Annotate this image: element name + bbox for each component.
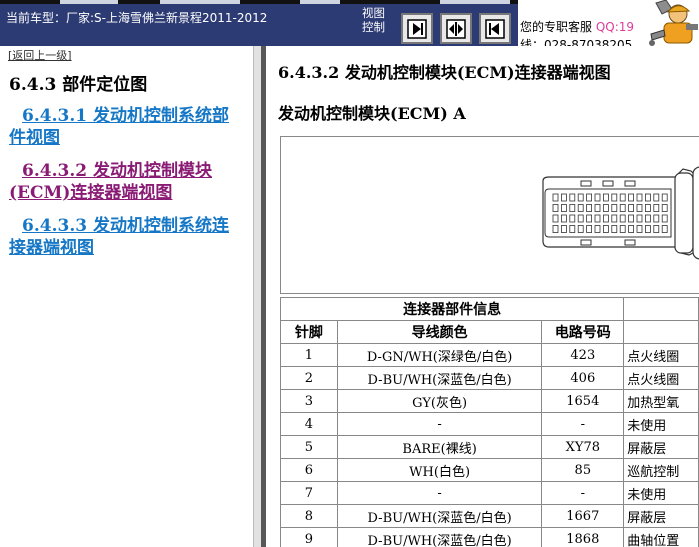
connector-pin-table: 连接器部件信息 针脚 导线颜色 电路号码 1 D-GN/WH(深绿色/白色) 423… [279, 297, 699, 547]
function-cell: 巡航控制 [623, 458, 699, 482]
left-pane-scrollbar[interactable] [253, 46, 261, 547]
nav-section-title: 6.4.3 部件定位图 [9, 75, 148, 95]
wire-color-cell: BARE(裸线) [336, 435, 543, 459]
wire-color-cell: - [336, 412, 543, 436]
function-cell: 屏蔽层 [623, 504, 699, 528]
col-header-function-blank [623, 320, 699, 344]
back-link[interactable]: [返回上一级] [8, 47, 72, 63]
table-row: 4- - 未使用 [280, 412, 699, 436]
table-column-header-row: 针脚 导线颜色 电路号码 [280, 320, 699, 344]
mechanic-mascot-icon [642, 0, 699, 46]
arrow-right-bar-icon [407, 18, 427, 39]
table-row: 6 WH(白色) 85 巡航控制 [280, 458, 699, 482]
pin-cell: 5 [280, 435, 338, 459]
table-row: 5 BARE(裸线) XY78 屏蔽层 [280, 435, 699, 459]
current-car-label: 当前车型：厂家:S-上海雪佛兰新景程2011-2012 [6, 11, 268, 25]
col-header-wire-color: 导线颜色 [336, 320, 543, 344]
content-pane: 6.4.3.2 发动机控制模块(ECM)连接器端视图 发动机控制模块(ECM) … [266, 46, 699, 547]
circuit-cell: - [541, 412, 625, 436]
circuit-cell: 406 [541, 366, 625, 390]
service-qq-link[interactable]: QQ:19 [596, 20, 634, 34]
function-cell: 屏蔽层 [623, 435, 699, 459]
col-header-pin: 针脚 [280, 320, 338, 344]
table-info-header-row: 连接器部件信息 [279, 297, 699, 321]
next-page-button[interactable] [401, 13, 433, 44]
function-cell: 加热型氧 [623, 389, 699, 413]
function-cell: 未使用 [623, 412, 699, 436]
pin-cell: 6 [280, 458, 338, 482]
service-label: 您的专职客服 [520, 20, 593, 34]
wire-color-cell: WH(白色) [336, 458, 543, 482]
function-cell: 点火线圈 [623, 343, 699, 367]
top-bar: 当前车型：厂家:S-上海雪佛兰新景程2011-2012 视图 控制 您的专职客服… [0, 0, 699, 46]
connector-subtitle: 发动机控制模块(ECM) A [278, 104, 466, 123]
arrow-left-bar-icon [485, 18, 505, 39]
info-header-blank [623, 297, 699, 321]
table-row: 9 D-BU/WH(深蓝色/白色) 1868 曲轴位置 [280, 527, 699, 547]
col-header-circuit: 电路号码 [541, 320, 625, 344]
circuit-cell: 423 [541, 343, 625, 367]
left-nav-pane: [返回上一级] 6.4.3 部件定位图 6.4.3.1 发动机控制系统部件视图 … [0, 46, 253, 547]
page-title: 6.4.3.2 发动机控制模块(ECM)连接器端视图 [278, 63, 611, 82]
circuit-cell: 1654 [541, 389, 625, 413]
arrows-split-icon [446, 18, 466, 39]
wire-color-cell: D-BU/WH(深蓝色/白色) [336, 504, 543, 528]
pin-cell: 1 [280, 343, 338, 367]
connector-diagram [280, 136, 699, 294]
function-cell: 曲轴位置 [623, 527, 699, 547]
wire-color-cell: D-GN/WH(深绿色/白色) [336, 343, 543, 367]
nav-item-component-view[interactable]: 6.4.3.1 发动机控制系统部件视图 [9, 105, 245, 149]
connector-info-header: 连接器部件信息 [279, 297, 625, 321]
ecm-connector-illustration [542, 166, 699, 260]
wire-color-cell: - [336, 481, 543, 505]
split-view-button[interactable] [440, 13, 472, 44]
wire-color-cell: D-BU/WH(深蓝色/白色) [336, 366, 543, 390]
pin-cell: 8 [280, 504, 338, 528]
table-row: 1 D-GN/WH(深绿色/白色) 423 点火线圈 [280, 343, 699, 367]
circuit-cell: XY78 [541, 435, 625, 459]
circuit-cell: 85 [541, 458, 625, 482]
pin-cell: 4 [280, 412, 338, 436]
function-cell: 点火线圈 [623, 366, 699, 390]
table-row: 3 GY(灰色) 1654 加热型氧 [280, 389, 699, 413]
service-phone: 线：028-87038205 [520, 38, 633, 46]
nav-item-ecm-connector-view[interactable]: 6.4.3.2 发动机控制模块(ECM)连接器端视图 [9, 160, 245, 204]
circuit-cell: 1667 [541, 504, 625, 528]
view-control-label: 视图 控制 [362, 6, 385, 34]
table-row: 8 D-BU/WH(深蓝色/白色) 1667 屏蔽层 [280, 504, 699, 528]
circuit-cell: - [541, 481, 625, 505]
pin-cell: 3 [280, 389, 338, 413]
pin-cell: 2 [280, 366, 338, 390]
table-row: 7- - 未使用 [280, 481, 699, 505]
circuit-cell: 1868 [541, 527, 625, 547]
prev-page-button[interactable] [479, 13, 511, 44]
customer-service-panel: 您的专职客服 QQ:19 线：028-87038205 [518, 0, 642, 46]
function-cell: 未使用 [623, 481, 699, 505]
pin-cell: 9 [280, 527, 338, 547]
wire-color-cell: D-BU/WH(深蓝色/白色) [336, 527, 543, 547]
wire-color-cell: GY(灰色) [336, 389, 543, 413]
pin-cell: 7 [280, 481, 338, 505]
nav-item-system-connector-view[interactable]: 6.4.3.3 发动机控制系统连接器端视图 [9, 215, 245, 259]
table-row: 2 D-BU/WH(深蓝色/白色) 406 点火线圈 [280, 366, 699, 390]
